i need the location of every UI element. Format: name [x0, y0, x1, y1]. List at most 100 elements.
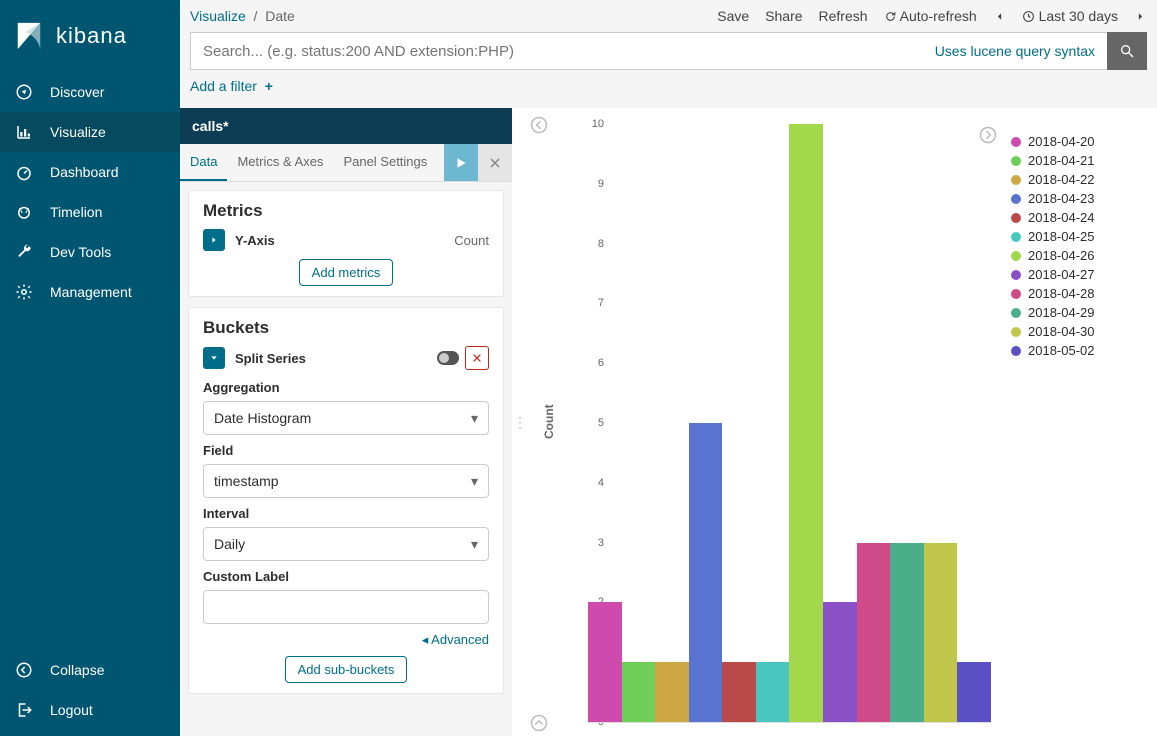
- refresh-action[interactable]: Refresh: [819, 8, 868, 24]
- legend-label: 2018-04-21: [1028, 153, 1095, 168]
- nav-item-visualize[interactable]: Visualize: [0, 112, 180, 152]
- custom-label-input[interactable]: [203, 590, 489, 624]
- discard-button[interactable]: [478, 144, 512, 181]
- legend-item[interactable]: 2018-04-26: [1011, 248, 1141, 263]
- dashboard-icon: [14, 162, 34, 182]
- nav-item-dashboard[interactable]: Dashboard: [0, 152, 180, 192]
- chevron-right-icon: [1134, 10, 1147, 23]
- legend-item[interactable]: 2018-04-20: [1011, 134, 1141, 149]
- nav-item-discover[interactable]: Discover: [0, 72, 180, 112]
- bar[interactable]: [655, 662, 689, 722]
- nav-label: Logout: [50, 702, 93, 718]
- advanced-toggle[interactable]: ◂ Advanced: [203, 632, 489, 648]
- caret-left-icon: ◂: [422, 632, 429, 647]
- time-range-picker[interactable]: Last 30 days: [1022, 8, 1118, 24]
- bar[interactable]: [890, 543, 924, 722]
- caret-down-icon: [210, 354, 218, 362]
- timelion-icon: [14, 202, 34, 222]
- bar[interactable]: [689, 423, 723, 722]
- share-action[interactable]: Share: [765, 8, 802, 24]
- chart-area: Count 012345678910 2018-04-202018-04-212…: [528, 108, 1157, 736]
- bar[interactable]: [957, 662, 991, 722]
- tab-metrics-axes[interactable]: Metrics & Axes: [227, 144, 333, 181]
- legend-item[interactable]: 2018-04-21: [1011, 153, 1141, 168]
- legend-label: 2018-04-30: [1028, 324, 1095, 339]
- legend-label: 2018-04-20: [1028, 134, 1095, 149]
- remove-bucket-button[interactable]: [465, 346, 489, 370]
- wrench-icon: [14, 242, 34, 262]
- legend-item[interactable]: 2018-04-30: [1011, 324, 1141, 339]
- bar[interactable]: [789, 124, 823, 722]
- interval-select[interactable]: Daily: [203, 527, 489, 561]
- legend-item[interactable]: 2018-04-28: [1011, 286, 1141, 301]
- plus-icon: +: [261, 78, 273, 94]
- legend-item[interactable]: 2018-04-22: [1011, 172, 1141, 187]
- content-row: calls* Data Metrics & Axes Panel Setting…: [180, 108, 1157, 736]
- filter-bar: Add a filter +: [180, 72, 1157, 108]
- legend-dot-icon: [1011, 289, 1021, 299]
- legend-label: 2018-04-28: [1028, 286, 1095, 301]
- legend-item[interactable]: 2018-05-02: [1011, 343, 1141, 358]
- bar[interactable]: [823, 602, 857, 722]
- search-button[interactable]: [1107, 32, 1147, 70]
- sidebar: kibana DiscoverVisualizeDashboardTimelio…: [0, 0, 180, 736]
- editor-tabs: Data Metrics & Axes Panel Settings: [180, 144, 512, 182]
- field-select[interactable]: timestamp: [203, 464, 489, 498]
- yaxis-label: Y-Axis: [235, 233, 275, 248]
- legend-item[interactable]: 2018-04-27: [1011, 267, 1141, 282]
- nav-item-dev-tools[interactable]: Dev Tools: [0, 232, 180, 272]
- legend-item[interactable]: 2018-04-23: [1011, 191, 1141, 206]
- tab-data[interactable]: Data: [180, 144, 227, 181]
- legend-item[interactable]: 2018-04-24: [1011, 210, 1141, 225]
- x-axis-line: [588, 722, 991, 723]
- add-metrics-button[interactable]: Add metrics: [299, 259, 394, 286]
- save-action[interactable]: Save: [717, 8, 749, 24]
- chevron-left-icon: [993, 10, 1006, 23]
- index-pattern-title: calls*: [180, 108, 512, 144]
- bar[interactable]: [756, 662, 790, 722]
- bar-chart-icon: [14, 122, 34, 142]
- brand: kibana: [0, 0, 180, 72]
- bar[interactable]: [924, 543, 958, 722]
- add-filter-button[interactable]: Add a filter +: [190, 78, 273, 94]
- nav-item-timelion[interactable]: Timelion: [0, 192, 180, 232]
- bars-container: [588, 124, 991, 722]
- topbar-actions: Save Share Refresh Auto-refresh Last 30 …: [717, 8, 1147, 24]
- bar[interactable]: [588, 602, 622, 722]
- yaxis-toggle[interactable]: [203, 229, 225, 251]
- split-enable-toggle[interactable]: [437, 351, 459, 365]
- aggregation-select[interactable]: Date Histogram: [203, 401, 489, 435]
- legend-dot-icon: [1011, 327, 1021, 337]
- search-hint[interactable]: Uses lucene query syntax: [923, 32, 1107, 70]
- nav-item-management[interactable]: Management: [0, 272, 180, 312]
- dots-vertical-icon: ⋮: [513, 414, 527, 431]
- nav-item-collapse[interactable]: Collapse: [0, 650, 180, 690]
- legend-label: 2018-04-25: [1028, 229, 1095, 244]
- bar[interactable]: [622, 662, 656, 722]
- add-sub-buckets-button[interactable]: Add sub-buckets: [285, 656, 408, 683]
- legend-item[interactable]: 2018-04-29: [1011, 305, 1141, 320]
- refresh-icon: [884, 10, 897, 23]
- legend-dot-icon: [1011, 308, 1021, 318]
- time-next-button[interactable]: [1134, 10, 1147, 23]
- search-input[interactable]: [190, 32, 923, 70]
- metrics-block: Metrics Y-Axis Count Add metrics: [188, 190, 504, 297]
- auto-refresh-action[interactable]: Auto-refresh: [884, 8, 977, 24]
- split-toggle[interactable]: [203, 347, 225, 369]
- bar[interactable]: [722, 662, 756, 722]
- time-prev-button[interactable]: [993, 10, 1006, 23]
- tab-panel-settings[interactable]: Panel Settings: [333, 144, 437, 181]
- legend-dot-icon: [1011, 232, 1021, 242]
- legend-label: 2018-04-29: [1028, 305, 1095, 320]
- bar[interactable]: [857, 543, 891, 722]
- legend-label: 2018-04-22: [1028, 172, 1095, 187]
- resize-handle[interactable]: ⋮: [512, 108, 528, 736]
- breadcrumb-page: Date: [265, 8, 295, 24]
- legend-item[interactable]: 2018-04-25: [1011, 229, 1141, 244]
- breadcrumb: Visualize / Date: [190, 8, 295, 24]
- run-button[interactable]: [444, 144, 478, 181]
- breadcrumb-root[interactable]: Visualize: [190, 8, 246, 24]
- gear-icon: [14, 282, 34, 302]
- nav-item-logout[interactable]: Logout: [0, 690, 180, 730]
- clock-icon: [1022, 10, 1035, 23]
